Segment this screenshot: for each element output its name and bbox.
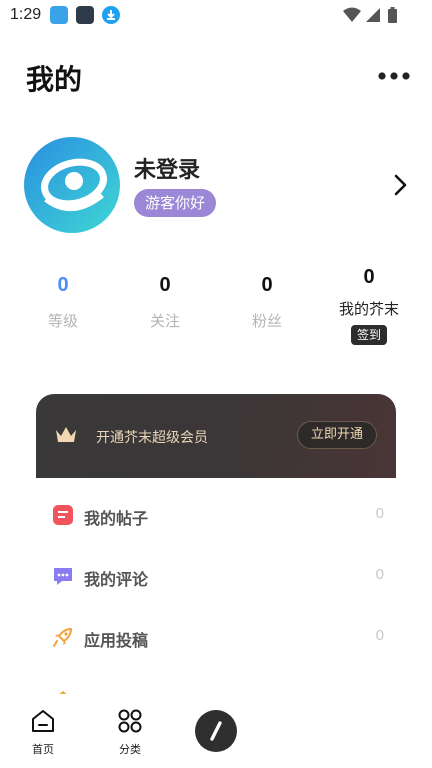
- download-icon: [102, 6, 120, 24]
- menu-item-partial-icon: [52, 684, 74, 694]
- stat-fans-label: 粉丝: [251, 312, 282, 330]
- stat-mustard[interactable]: 0 我的芥末 签到: [319, 262, 419, 345]
- crown-icon: [56, 427, 76, 442]
- more-dots-icon: [378, 72, 410, 80]
- nav-category[interactable]: 分类: [100, 708, 160, 757]
- guest-badge: 游客你好: [134, 189, 217, 217]
- wifi-icon: [343, 7, 361, 22]
- menu-item-my-comments[interactable]: 我的评论 0: [36, 556, 396, 596]
- vip-text: 开通芥末超级会员: [96, 430, 208, 446]
- notification-app-icon: [76, 6, 94, 24]
- pen-icon: [210, 721, 222, 741]
- nav-home[interactable]: 首页: [13, 708, 73, 757]
- category-grid-icon: [118, 709, 142, 733]
- post-icon: [53, 505, 73, 525]
- stat-mustard-label: 我的芥末: [338, 300, 399, 318]
- avatar[interactable]: [24, 137, 120, 233]
- menu-item-count: 0: [375, 505, 384, 522]
- status-time: 1:29: [10, 6, 42, 23]
- stat-following-value: 0: [159, 274, 171, 296]
- stat-level-label: 等级: [47, 312, 78, 330]
- stat-following[interactable]: 0 关注: [115, 270, 215, 331]
- stat-level[interactable]: 0 等级: [13, 270, 113, 331]
- menu-item-count: 0: [375, 627, 384, 644]
- stat-level-value: 0: [57, 274, 69, 296]
- status-bar: 1:29: [0, 0, 432, 30]
- profile-arrow-button[interactable]: [388, 172, 412, 198]
- menu-item-label: 我的评论: [84, 570, 149, 589]
- compose-button[interactable]: [195, 710, 237, 752]
- comment-icon: [54, 568, 72, 585]
- battery-icon: [388, 9, 397, 23]
- stat-following-label: 关注: [149, 312, 180, 330]
- menu-item-count: 0: [375, 566, 384, 583]
- nav-category-label: 分类: [119, 743, 141, 756]
- checkin-button[interactable]: 签到: [350, 325, 387, 345]
- username[interactable]: 未登录: [134, 152, 200, 184]
- stat-mustard-value: 0: [363, 266, 375, 288]
- stat-fans-value: 0: [261, 274, 273, 296]
- chevron-right-icon: [394, 174, 407, 196]
- nav-home-label: 首页: [32, 743, 54, 756]
- notification-app-icon: [50, 6, 68, 24]
- stat-fans[interactable]: 0 粉丝: [217, 270, 317, 331]
- menu-item-my-posts[interactable]: 我的帖子 0: [36, 495, 396, 535]
- menu-item-label: 应用投稿: [84, 631, 149, 650]
- page-title: 我的: [26, 63, 83, 96]
- signal-icon: [366, 8, 380, 22]
- menu-item-app-submission[interactable]: 应用投稿 0: [36, 617, 396, 657]
- rocket-icon: [53, 628, 72, 647]
- vip-open-button[interactable]: 立即开通: [297, 421, 377, 449]
- more-options-button[interactable]: [376, 66, 412, 86]
- vip-banner[interactable]: 开通芥末超级会员 立即开通: [36, 394, 396, 478]
- bottom-nav: 首页 分类: [0, 696, 432, 768]
- system-status-icons: [342, 6, 402, 28]
- home-icon: [32, 710, 54, 732]
- menu-item-label: 我的帖子: [84, 509, 149, 528]
